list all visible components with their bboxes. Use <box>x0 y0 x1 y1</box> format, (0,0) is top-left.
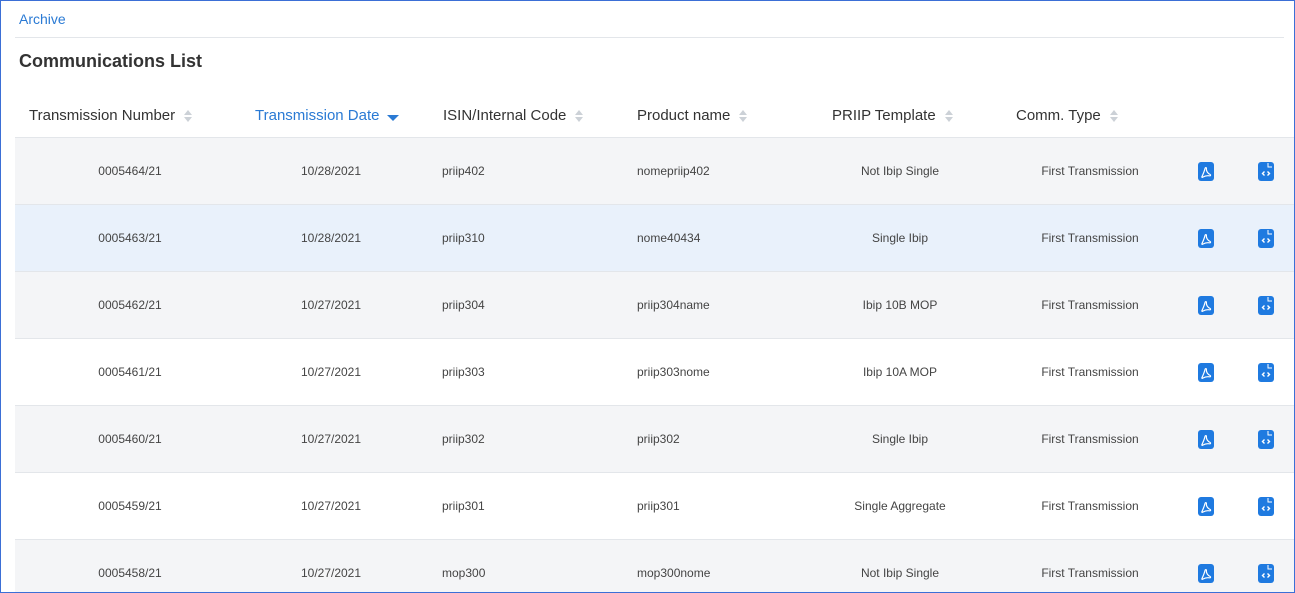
priip-template-cell: Not Ibip Single <box>860 164 940 178</box>
transmission-date-cell: 10/28/2021 <box>300 231 362 245</box>
xml-file-icon[interactable] <box>1258 564 1274 583</box>
transmission-date-cell: 10/28/2021 <box>300 164 362 178</box>
column-header-priip-template[interactable]: PRIIP Template <box>832 93 954 138</box>
table-row[interactable]: 0005462/21 10/27/2021 priip304 priip304name… <box>15 272 1294 339</box>
column-header-label: PRIIP Template <box>832 107 936 124</box>
breadcrumb-archive[interactable]: Archive <box>19 11 66 27</box>
product-name-cell: priip301 <box>637 499 680 513</box>
comm-type-cell: First Transmission <box>1041 499 1139 513</box>
transmission-number-cell: 0005462/21 <box>98 298 162 312</box>
transmission-number-cell: 0005464/21 <box>98 164 162 178</box>
table-row[interactable]: 0005464/21 10/28/2021 priip402 nomepriip402… <box>15 138 1294 205</box>
isin-cell: mop300 <box>442 566 486 580</box>
table-header: Transmission Number Transmission Date IS… <box>15 93 1294 138</box>
isin-cell: priip402 <box>442 164 485 178</box>
table-row[interactable]: 0005461/21 10/27/2021 priip303 priip303nome… <box>15 339 1294 406</box>
pdf-file-icon[interactable] <box>1198 497 1214 516</box>
column-header-label: Product name <box>637 107 731 124</box>
column-header-product-name[interactable]: Product name <box>637 93 748 138</box>
product-name-cell: priip302 <box>637 432 680 446</box>
comm-type-cell: First Transmission <box>1041 432 1139 446</box>
priip-template-cell: Ibip 10B MOP <box>862 298 938 312</box>
archive-panel: Archive Communications List Transmission… <box>0 0 1295 593</box>
transmission-date-cell: 10/27/2021 <box>300 365 362 379</box>
xml-file-icon[interactable] <box>1258 296 1274 315</box>
table-body: 0005464/21 10/28/2021 priip402 nomepriip402… <box>15 138 1294 592</box>
column-header-label: Transmission Date <box>255 107 380 124</box>
isin-cell: priip302 <box>442 432 485 446</box>
column-header-isin[interactable]: ISIN/Internal Code <box>443 93 584 138</box>
sort-icon <box>944 109 954 123</box>
column-header-label: Comm. Type <box>1016 107 1101 124</box>
sort-icon <box>574 109 584 123</box>
pdf-file-icon[interactable] <box>1198 162 1214 181</box>
transmission-date-cell: 10/27/2021 <box>300 566 362 580</box>
xml-file-icon[interactable] <box>1258 229 1274 248</box>
transmission-number-cell: 0005458/21 <box>98 566 162 580</box>
pdf-file-icon[interactable] <box>1198 430 1214 449</box>
transmission-number-cell: 0005463/21 <box>98 231 162 245</box>
priip-template-cell: Ibip 10A MOP <box>862 365 938 379</box>
xml-file-icon[interactable] <box>1258 363 1274 382</box>
priip-template-cell: Single Aggregate <box>854 499 946 513</box>
product-name-cell: priip303nome <box>637 365 710 379</box>
comm-type-cell: First Transmission <box>1041 231 1139 245</box>
comm-type-cell: First Transmission <box>1041 298 1139 312</box>
table-row[interactable]: 0005463/21 10/28/2021 priip310 nome40434 Sin… <box>15 205 1294 272</box>
column-header-transmission-number[interactable]: Transmission Number <box>29 93 193 138</box>
transmission-date-cell: 10/27/2021 <box>300 298 362 312</box>
table-row[interactable]: 0005459/21 10/27/2021 priip301 priip301 Sing… <box>15 473 1294 540</box>
transmission-date-cell: 10/27/2021 <box>300 432 362 446</box>
product-name-cell: nome40434 <box>637 231 701 245</box>
column-header-label: Transmission Number <box>29 107 176 124</box>
sort-descending-icon <box>387 109 400 123</box>
column-header-comm-type[interactable]: Comm. Type <box>1016 93 1119 138</box>
table-row[interactable]: 0005460/21 10/27/2021 priip302 priip302 Sing… <box>15 406 1294 473</box>
breadcrumb-divider <box>15 37 1284 38</box>
pdf-file-icon[interactable] <box>1198 229 1214 248</box>
product-name-cell: mop300nome <box>637 566 711 580</box>
comm-type-cell: First Transmission <box>1041 365 1139 379</box>
isin-cell: priip304 <box>442 298 485 312</box>
sort-icon <box>1109 109 1119 123</box>
transmission-number-cell: 0005459/21 <box>98 499 162 513</box>
transmission-number-cell: 0005460/21 <box>98 432 162 446</box>
isin-cell: priip301 <box>442 499 485 513</box>
sort-icon <box>738 109 748 123</box>
table-row[interactable]: 0005458/21 10/27/2021 mop300 mop300nome Not … <box>15 540 1294 592</box>
sort-icon <box>183 109 193 123</box>
priip-template-cell: Not Ibip Single <box>860 566 940 580</box>
priip-template-cell: Single Ibip <box>871 231 929 245</box>
column-header-transmission-date[interactable]: Transmission Date <box>255 93 400 138</box>
product-name-cell: priip304name <box>637 298 710 312</box>
transmission-number-cell: 0005461/21 <box>98 365 162 379</box>
xml-file-icon[interactable] <box>1258 497 1274 516</box>
page-title: Communications List <box>19 51 203 71</box>
transmission-date-cell: 10/27/2021 <box>300 499 362 513</box>
xml-file-icon[interactable] <box>1258 430 1274 449</box>
comm-type-cell: First Transmission <box>1041 164 1139 178</box>
pdf-file-icon[interactable] <box>1198 363 1214 382</box>
comm-type-cell: First Transmission <box>1041 566 1139 580</box>
column-header-label: ISIN/Internal Code <box>443 107 567 124</box>
pdf-file-icon[interactable] <box>1198 564 1214 583</box>
pdf-file-icon[interactable] <box>1198 296 1214 315</box>
xml-file-icon[interactable] <box>1258 162 1274 181</box>
product-name-cell: nomepriip402 <box>637 164 710 178</box>
isin-cell: priip303 <box>442 365 485 379</box>
priip-template-cell: Single Ibip <box>871 432 929 446</box>
isin-cell: priip310 <box>442 231 485 245</box>
